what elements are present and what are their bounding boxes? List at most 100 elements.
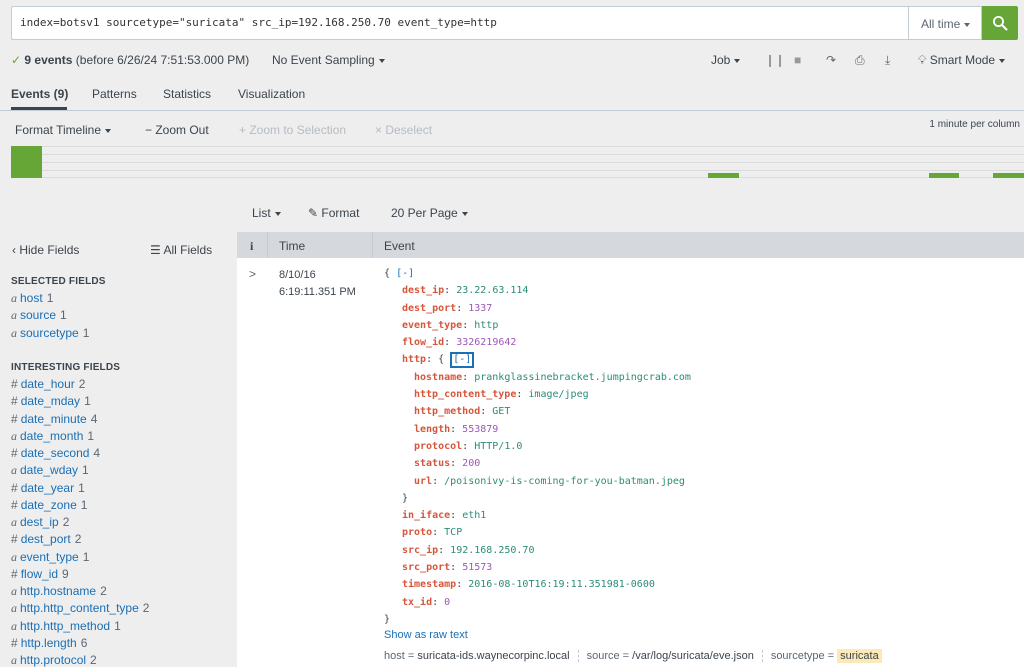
json-key[interactable]: src_port — [402, 562, 450, 573]
field-name[interactable]: date_zone — [21, 498, 77, 512]
field-item-http-http-method[interactable]: a http.http_method 1 — [11, 619, 121, 636]
field-item-date-month[interactable]: a date_month 1 — [11, 429, 94, 446]
timeline-bar[interactable] — [928, 172, 960, 178]
tab-events[interactable]: Events (9) — [11, 87, 68, 101]
json-key[interactable]: tx_id — [402, 597, 432, 608]
job-menu[interactable]: Job — [711, 53, 741, 67]
format-button[interactable]: ✎ Format — [308, 206, 359, 220]
json-value[interactable]: GET — [492, 406, 510, 417]
field-name[interactable]: date_month — [20, 429, 83, 443]
json-value[interactable]: HTTP/1.0 — [474, 441, 522, 452]
zoom-to-selection-button[interactable]: + Zoom to Selection — [239, 123, 346, 137]
json-value[interactable]: eth1 — [462, 510, 486, 521]
json-value[interactable]: 200 — [462, 458, 480, 469]
json-value[interactable]: /poisonivy-is-coming-for-you-batman.jpeg — [444, 476, 685, 487]
stop-icon[interactable]: ■ — [794, 53, 801, 67]
json-key[interactable]: http_content_type — [414, 389, 516, 400]
print-icon[interactable]: ⎙ — [855, 53, 865, 68]
field-name[interactable]: sourcetype — [20, 326, 79, 340]
json-key[interactable]: src_ip — [402, 545, 438, 556]
tab-patterns[interactable]: Patterns — [92, 87, 137, 101]
field-name[interactable]: dest_ip — [20, 515, 59, 529]
timeline-bar[interactable] — [992, 172, 1024, 178]
time-column-header[interactable]: Time — [279, 239, 305, 253]
json-key[interactable]: event_type — [402, 320, 462, 331]
format-timeline-dropdown[interactable]: Format Timeline — [15, 123, 112, 137]
json-key[interactable]: flow_id — [402, 337, 444, 348]
field-item-date-year[interactable]: # date_year 1 — [11, 481, 85, 498]
json-value[interactable]: prankglassinebracket.jumpingcrab.com — [474, 372, 691, 383]
hide-fields-button[interactable]: ‹ Hide Fields — [12, 243, 79, 257]
json-key[interactable]: http_method — [414, 406, 480, 417]
field-item-date-wday[interactable]: a date_wday 1 — [11, 463, 89, 480]
field-item-date-minute[interactable]: # date_minute 4 — [11, 412, 97, 429]
field-name[interactable]: date_wday — [20, 463, 78, 477]
field-name[interactable]: http.length — [21, 636, 77, 650]
json-key[interactable]: url — [414, 476, 432, 487]
json-value[interactable]: image/jpeg — [528, 389, 588, 400]
json-value[interactable]: 192.168.250.70 — [450, 545, 534, 556]
event-timeline[interactable] — [11, 146, 1024, 178]
field-item-dest-port[interactable]: # dest_port 2 — [11, 532, 81, 549]
json-value[interactable]: 553879 — [462, 424, 498, 435]
field-item-http-hostname[interactable]: a http.hostname 2 — [11, 584, 107, 601]
field-name[interactable]: date_year — [21, 481, 74, 495]
field-name[interactable]: event_type — [20, 550, 79, 564]
json-key[interactable]: timestamp — [402, 579, 456, 590]
tab-visualization[interactable]: Visualization — [238, 87, 305, 101]
host-value[interactable]: suricata-ids.waynecorpinc.local — [417, 650, 569, 662]
json-key[interactable]: protocol — [414, 441, 462, 452]
json-value[interactable]: http — [474, 320, 498, 331]
expand-row-icon[interactable]: > — [249, 267, 256, 281]
field-item-event-type[interactable]: a event_type 1 — [11, 550, 89, 567]
timeline-bar[interactable] — [707, 172, 740, 178]
collapse-toggle[interactable]: [-] — [396, 268, 414, 279]
field-name[interactable]: date_minute — [21, 412, 87, 426]
json-key[interactable]: length — [414, 424, 450, 435]
time-range-picker[interactable]: All time — [908, 6, 982, 40]
json-key[interactable]: dest_ip — [402, 285, 444, 296]
json-key[interactable]: dest_port — [402, 303, 456, 314]
json-value[interactable]: 1337 — [468, 303, 492, 314]
pause-icon[interactable]: ❙❙ — [765, 53, 785, 67]
json-key[interactable]: proto — [402, 527, 432, 538]
search-mode-dropdown[interactable]: 💡︎ Smart Mode — [918, 53, 1006, 68]
field-name[interactable]: http.http_method — [20, 619, 110, 633]
event-sampling-dropdown[interactable]: No Event Sampling — [272, 53, 385, 67]
json-key[interactable]: status — [414, 458, 450, 469]
json-value[interactable]: 23.22.63.114 — [456, 285, 528, 296]
sourcetype-value[interactable]: suricata — [837, 649, 882, 663]
json-value[interactable]: 51573 — [462, 562, 492, 573]
field-name[interactable]: flow_id — [21, 567, 58, 581]
field-item-date-hour[interactable]: # date_hour 2 — [11, 377, 85, 394]
deselect-button[interactable]: × Deselect — [375, 123, 432, 137]
field-name[interactable]: http.protocol — [20, 653, 86, 667]
field-name[interactable]: host — [20, 291, 43, 305]
search-button[interactable] — [982, 6, 1018, 40]
field-item-http-http-content-type[interactable]: a http.http_content_type 2 — [11, 601, 149, 618]
field-item-sourcetype[interactable]: a sourcetype 1 — [11, 326, 89, 343]
field-name[interactable]: dest_port — [21, 532, 71, 546]
field-name[interactable]: http.hostname — [20, 584, 96, 598]
share-icon[interactable]: ↷ — [826, 53, 836, 67]
field-name[interactable]: source — [20, 308, 56, 322]
show-raw-text-link[interactable]: Show as raw text — [384, 629, 468, 641]
export-icon[interactable]: ⤓ — [885, 53, 890, 68]
field-item-http-length[interactable]: # http.length 6 — [11, 636, 87, 653]
collapse-toggle[interactable]: [-] — [450, 352, 475, 369]
json-key[interactable]: in_iface — [402, 510, 450, 521]
json-value[interactable]: 2016-08-10T16:19:11.351981-0600 — [468, 579, 655, 590]
field-item-source[interactable]: a source 1 — [11, 308, 67, 325]
per-page-dropdown[interactable]: 20 Per Page — [391, 206, 468, 220]
field-item-date-zone[interactable]: # date_zone 1 — [11, 498, 87, 515]
json-value[interactable]: TCP — [444, 527, 462, 538]
field-item-flow-id[interactable]: # flow_id 9 — [11, 567, 69, 584]
field-item-date-second[interactable]: # date_second 4 — [11, 446, 100, 463]
field-name[interactable]: date_hour — [21, 377, 75, 391]
field-item-dest-ip[interactable]: a dest_ip 2 — [11, 515, 69, 532]
json-key[interactable]: hostname — [414, 372, 462, 383]
source-value[interactable]: /var/log/suricata/eve.json — [632, 650, 754, 662]
field-name[interactable]: date_second — [21, 446, 90, 460]
field-item-http-protocol[interactable]: a http.protocol 2 — [11, 653, 97, 667]
field-item-host[interactable]: a host 1 — [11, 291, 53, 308]
